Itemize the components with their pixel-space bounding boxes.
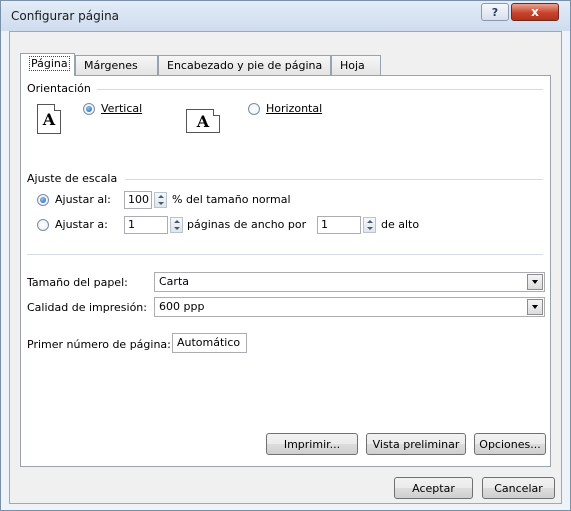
adjust-percent-suffix: % del tamaño normal	[172, 193, 291, 206]
portrait-radio[interactable]	[83, 103, 95, 115]
landscape-label[interactable]: Horizontal	[266, 102, 322, 115]
title-bar[interactable]: Configurar página ? x	[1, 1, 570, 31]
pages-wide-suffix: páginas de ancho por	[187, 218, 307, 231]
tab-pagina[interactable]: Página	[20, 53, 75, 76]
adjust-to-label[interactable]: Ajustar al:	[55, 193, 111, 206]
page-setup-dialog: Configurar página ? x Página Márgenes En…	[0, 0, 571, 511]
paper-divider	[27, 254, 543, 255]
landscape-page-icon: A	[186, 109, 220, 133]
orientation-group-label: Orientación	[27, 82, 91, 95]
portrait-page-icon: A	[37, 104, 61, 134]
portrait-label[interactable]: Vertical	[101, 102, 142, 115]
adjust-to-radio[interactable]	[37, 194, 49, 206]
first-page-number-input[interactable]: Automático	[172, 333, 247, 353]
ok-button[interactable]: Aceptar	[394, 477, 473, 499]
chevron-down-icon[interactable]	[527, 299, 543, 315]
options-button[interactable]: Opciones...	[474, 433, 546, 455]
help-button[interactable]: ?	[481, 3, 509, 21]
print-quality-label: Calidad de impresión:	[27, 301, 147, 314]
page-tab-panel: Orientación A Vertical A Horizontal Ajus…	[20, 75, 551, 467]
dialog-body: Página Márgenes Encabezado y pie de pági…	[9, 31, 562, 504]
tab-margenes[interactable]: Márgenes	[75, 55, 158, 75]
pages-wide-input[interactable]: 1	[124, 216, 168, 234]
tab-encabezado[interactable]: Encabezado y pie de página	[158, 55, 331, 75]
pages-tall-spinner[interactable]	[363, 217, 376, 233]
cancel-button[interactable]: Cancelar	[482, 477, 555, 499]
print-button[interactable]: Imprimir...	[266, 433, 358, 455]
tab-hoja[interactable]: Hoja	[331, 55, 381, 75]
fit-to-radio[interactable]	[37, 219, 49, 231]
print-quality-select[interactable]: 600 ppp	[154, 297, 545, 317]
pages-wide-spinner[interactable]	[170, 217, 183, 233]
landscape-radio[interactable]	[248, 103, 260, 115]
paper-size-select[interactable]: Carta	[154, 272, 545, 292]
first-page-number-label: Primer número de página:	[27, 338, 171, 351]
paper-size-label: Tamaño del papel:	[27, 276, 128, 289]
close-button[interactable]: x	[511, 3, 559, 21]
adjust-percent-input[interactable]: 100	[124, 191, 152, 209]
help-icon: ?	[491, 5, 499, 19]
fit-to-label[interactable]: Ajustar a:	[55, 218, 108, 231]
scaling-group-label: Ajuste de escala	[27, 172, 118, 185]
adjust-percent-spinner[interactable]	[154, 192, 167, 208]
close-icon: x	[531, 5, 539, 19]
pages-tall-input[interactable]: 1	[317, 216, 361, 234]
print-preview-button[interactable]: Vista preliminar	[366, 433, 466, 455]
orientation-divider	[97, 89, 543, 90]
dialog-title: Configurar página	[11, 9, 120, 23]
scaling-divider	[125, 179, 543, 180]
pages-tall-suffix: de alto	[381, 218, 420, 231]
chevron-down-icon[interactable]	[527, 274, 543, 290]
